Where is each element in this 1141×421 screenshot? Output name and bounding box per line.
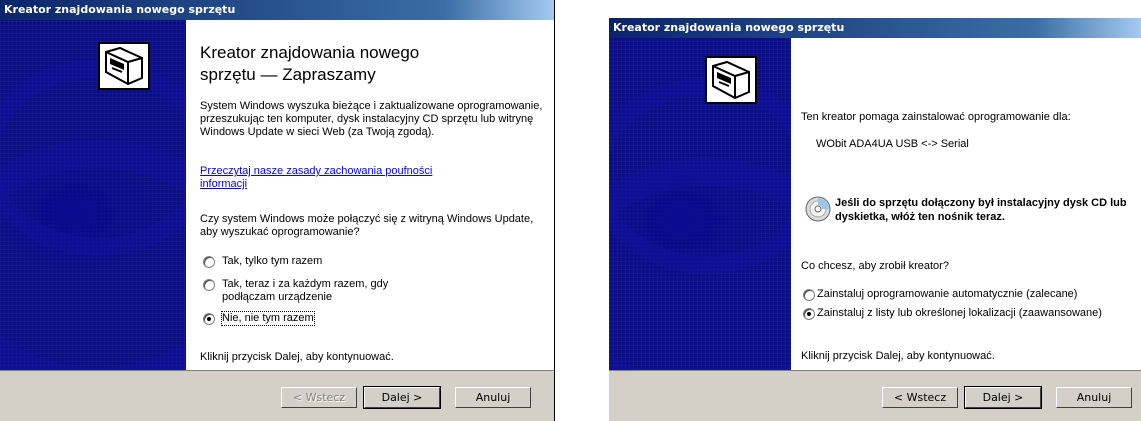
right-footer-text: Kliknij przycisk Dalej, aby kontynuować. bbox=[801, 350, 995, 362]
right-intro-text: Ten kreator pomaga zainstalować oprogram… bbox=[801, 111, 1071, 123]
radio-button[interactable] bbox=[803, 289, 815, 301]
left-button-bar: < Wstecz Dalej > Anuluj bbox=[0, 370, 555, 421]
right-wizard-window: Kreator znajdowania nowego sprzętu Ten k… bbox=[609, 0, 1141, 421]
radio-button-selected[interactable] bbox=[203, 313, 215, 325]
left-content: Kreator znajdowania nowego sprzętu — Zap… bbox=[186, 20, 555, 370]
left-side-banner bbox=[0, 20, 186, 370]
radio-button[interactable] bbox=[203, 256, 215, 268]
left-intro-text: System Windows wyszuka bieżące i zaktual… bbox=[200, 100, 543, 138]
left-title-bar[interactable]: Kreator znajdowania nowego sprzętu bbox=[0, 0, 555, 20]
privacy-link[interactable]: Przeczytaj nasze zasady zachowania poufn… bbox=[200, 165, 440, 191]
cd-disc-icon bbox=[805, 196, 831, 222]
left-heading: Kreator znajdowania nowego sprzętu — Zap… bbox=[200, 43, 420, 84]
left-window-edge bbox=[554, 0, 555, 421]
radio-button[interactable] bbox=[203, 279, 215, 291]
next-button[interactable]: Dalej > bbox=[964, 386, 1042, 409]
hardware-card-icon bbox=[705, 56, 757, 104]
cancel-button[interactable]: Anuluj bbox=[1056, 387, 1132, 408]
back-button[interactable]: < Wstecz bbox=[882, 387, 958, 408]
hardware-card-icon bbox=[98, 42, 150, 90]
radio-button-selected[interactable] bbox=[803, 308, 815, 320]
right-side-banner bbox=[609, 38, 791, 370]
left-footer-text: Kliknij przycisk Dalej, aby kontynuować. bbox=[200, 351, 394, 363]
back-button[interactable]: < Wstecz bbox=[281, 387, 357, 408]
right-title-bar[interactable]: Kreator znajdowania nowego sprzętu bbox=[609, 18, 1141, 38]
right-button-bar: < Wstecz Dalej > Anuluj bbox=[609, 370, 1141, 421]
left-wizard-window: Kreator znajdowania nowego sprzętu Kreat… bbox=[0, 0, 555, 421]
right-content: Ten kreator pomaga zainstalować oprogram… bbox=[791, 38, 1141, 370]
next-button[interactable]: Dalej > bbox=[363, 386, 441, 409]
device-name: WObit ADA4UA USB <-> Serial bbox=[816, 138, 969, 150]
left-question-text: Czy system Windows może połączyć się z w… bbox=[200, 213, 534, 238]
cd-insert-note: Jeśli do sprzętu dołączony był instalacy… bbox=[835, 197, 1127, 223]
cancel-button[interactable]: Anuluj bbox=[455, 387, 531, 408]
right-question-text: Co chcesz, aby zrobił kreator? bbox=[801, 260, 949, 272]
